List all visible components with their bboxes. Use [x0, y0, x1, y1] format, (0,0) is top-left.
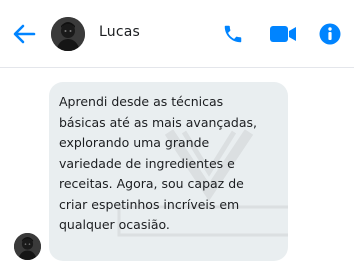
person-photo-icon: [51, 17, 85, 51]
video-camera-icon: [270, 26, 296, 42]
chat-window: Lucas Aprendi desde as técnicas básicas …: [0, 0, 354, 277]
phone-icon: [224, 25, 242, 43]
contact-avatar[interactable]: [51, 17, 85, 51]
back-button[interactable]: [10, 20, 38, 48]
message-bubble[interactable]: Aprendi desde as técnicas básicas até as…: [49, 82, 288, 261]
contact-name[interactable]: Lucas: [99, 24, 140, 40]
arrow-left-icon: [13, 24, 36, 44]
chat-header: Lucas: [0, 0, 354, 68]
message-text: Aprendi desde as técnicas básicas até as…: [59, 94, 258, 232]
video-call-button[interactable]: [268, 22, 298, 46]
person-photo-icon: [14, 233, 41, 260]
info-button[interactable]: [318, 22, 342, 46]
voice-call-button[interactable]: [221, 22, 245, 46]
sender-avatar[interactable]: [14, 233, 41, 260]
info-circle-icon: [319, 23, 341, 45]
